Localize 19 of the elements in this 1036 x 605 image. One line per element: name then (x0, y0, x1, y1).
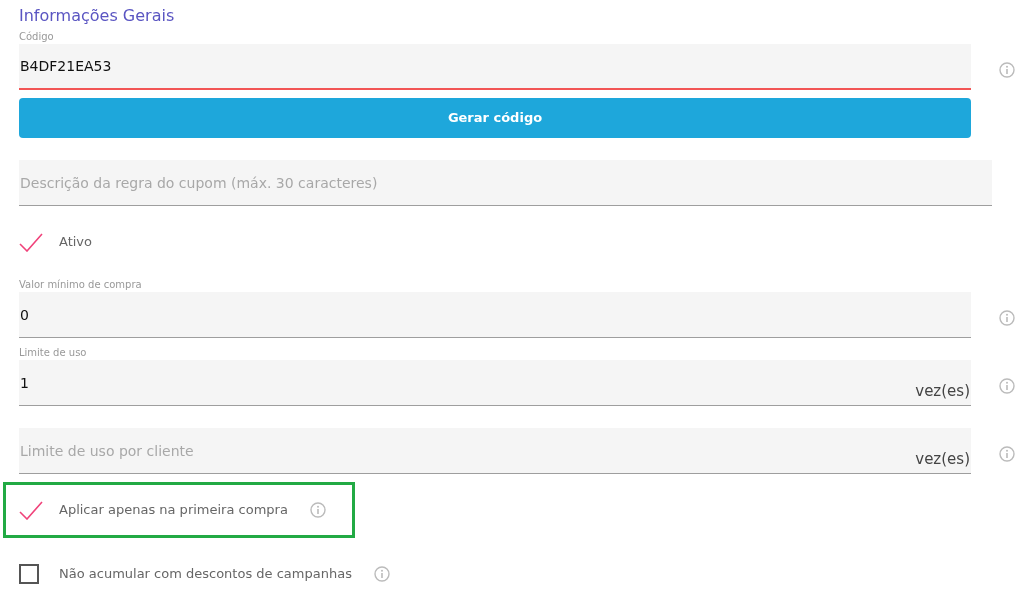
info-icon[interactable] (373, 566, 390, 582)
info-icon[interactable] (999, 378, 1015, 394)
field-label: Limite de uso (19, 346, 88, 360)
check-mark-icon[interactable] (19, 232, 43, 252)
checkbox-label: Não acumular com descontos de campanhas (59, 565, 352, 583)
info-icon[interactable] (309, 502, 326, 518)
info-icon[interactable] (999, 62, 1015, 78)
input-field[interactable]: 0 (19, 292, 971, 338)
info-icon[interactable] (999, 446, 1015, 462)
input-field[interactable]: 1 vez(es) (19, 360, 971, 406)
check-mark-icon[interactable] (19, 500, 43, 520)
checkbox-label: Aplicar apenas na primeira compra (59, 501, 288, 519)
section-title: Informações Gerais (19, 6, 176, 26)
field-label: Código (19, 30, 55, 44)
input-field[interactable]: B4DF21EA53 (19, 44, 971, 90)
field-label: Valor mínimo de compra (19, 278, 143, 292)
input-field[interactable]: Limite de uso por cliente vez(es) (19, 428, 971, 474)
checkbox-label: Ativo (59, 233, 93, 251)
info-icon[interactable] (999, 310, 1015, 326)
